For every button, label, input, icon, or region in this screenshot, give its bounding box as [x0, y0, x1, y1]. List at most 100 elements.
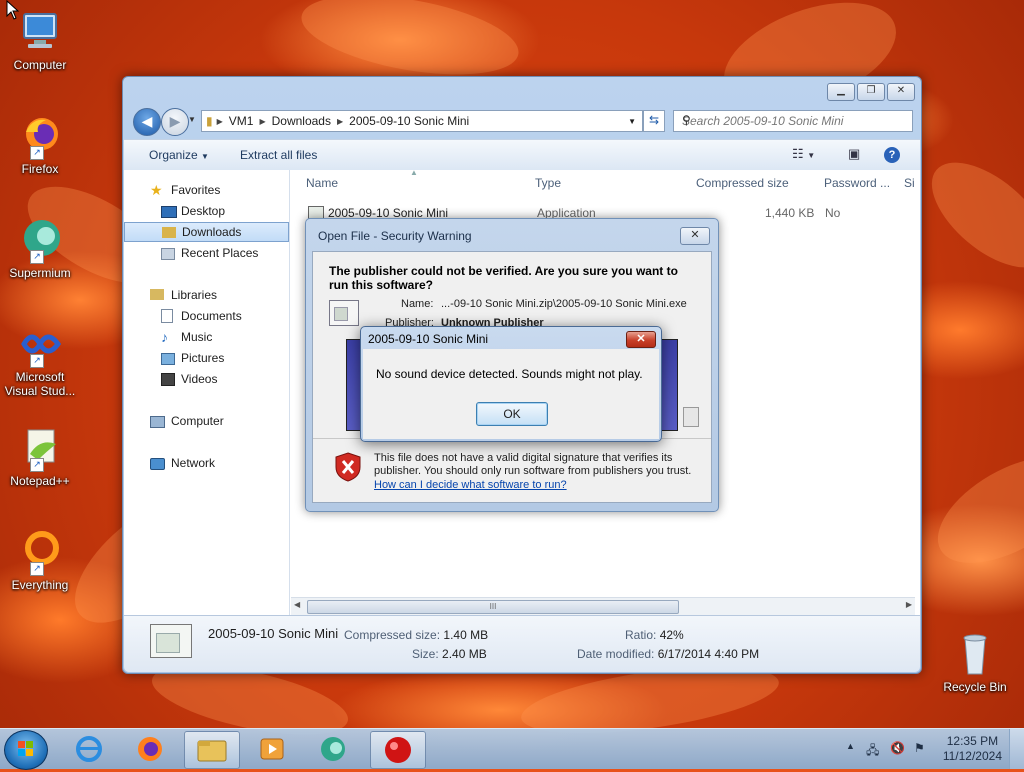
- libraries-icon: [150, 289, 164, 300]
- desktop-icon-label: Everything: [11, 578, 69, 592]
- column-type[interactable]: Type: [535, 170, 561, 196]
- taskbar-explorer[interactable]: [184, 731, 240, 769]
- breadcrumb-current[interactable]: 2005-09-10 Sonic Mini: [343, 114, 475, 128]
- preview-pane-icon[interactable]: ▣: [848, 146, 860, 162]
- nav-recent-places[interactable]: Recent Places: [124, 243, 289, 263]
- supermium-icon: ↗: [16, 216, 64, 264]
- everything-icon: ↗: [16, 528, 64, 576]
- taskbar-supermium[interactable]: [306, 731, 360, 767]
- row-password: No: [825, 206, 841, 220]
- recycle-bin-icon: [951, 630, 999, 678]
- desktop-icon-label: Supermium: [9, 266, 71, 280]
- scrollbar-thumb[interactable]: III: [307, 600, 679, 614]
- windows-logo-icon: [18, 741, 33, 756]
- scroll-left-icon[interactable]: ◀: [294, 600, 300, 609]
- back-button[interactable]: ◀: [133, 108, 161, 136]
- show-desktop-button[interactable]: [1009, 729, 1024, 769]
- network-icon[interactable]: 🖧: [866, 741, 879, 762]
- horizontal-scrollbar[interactable]: ◀ III ▶: [291, 597, 915, 615]
- desktop-icon: [161, 206, 177, 218]
- folder-icon: [197, 740, 227, 762]
- arrow-right-icon: ▶: [169, 113, 181, 129]
- minimize-button[interactable]: ▁: [827, 83, 855, 101]
- nav-pictures[interactable]: Pictures: [124, 348, 289, 368]
- pictures-icon: [161, 353, 175, 365]
- obscured-button[interactable]: [683, 407, 699, 427]
- scroll-right-icon[interactable]: ▶: [906, 600, 912, 609]
- sort-arrow-icon: ▲: [410, 168, 418, 177]
- taskbar-ie[interactable]: [62, 731, 116, 767]
- desktop-icon-label: Firefox: [21, 162, 59, 176]
- search-icon: ⚲: [682, 113, 691, 127]
- nav-libraries[interactable]: Libraries: [124, 285, 289, 305]
- view-options-icon[interactable]: ☷ ▼: [792, 146, 815, 162]
- name-value: ...-09-10 Sonic Mini.zip\2005-09-10 Soni…: [441, 298, 687, 310]
- column-name[interactable]: Name: [306, 170, 338, 196]
- desktop-icon-notepadpp[interactable]: ↗ Notepad++: [0, 424, 80, 488]
- nav-music[interactable]: ♪ Music: [124, 327, 289, 347]
- volume-muted-icon[interactable]: 🔇: [890, 741, 905, 755]
- close-button[interactable]: ✕: [626, 331, 656, 348]
- taskbar-media-player[interactable]: [245, 731, 299, 767]
- details-file-name: 2005-09-10 Sonic Mini: [208, 626, 339, 641]
- taskbar-sonic-mini[interactable]: [370, 731, 426, 769]
- column-password[interactable]: Password ...: [824, 170, 890, 196]
- nav-downloads[interactable]: Downloads: [124, 222, 289, 242]
- address-bar[interactable]: ▮ ▶ VM1 ▶ Downloads ▶ 2005-09-10 Sonic M…: [201, 110, 643, 132]
- desktop-icon-visual-studio[interactable]: ↗ Microsoft Visual Stud...: [0, 320, 80, 398]
- desktop-icon-firefox[interactable]: ↗ Firefox: [0, 112, 80, 176]
- chevron-down-icon[interactable]: ▼: [628, 117, 642, 126]
- row-compressed: 1,440 KB: [765, 206, 815, 220]
- supermium-icon: [321, 737, 345, 761]
- show-hidden-icons-button[interactable]: ▲: [846, 741, 855, 751]
- desktop-icon-recycle-bin[interactable]: Recycle Bin: [935, 630, 1015, 694]
- maximize-button[interactable]: ❐: [857, 83, 885, 101]
- close-button[interactable]: ✕: [887, 83, 915, 101]
- documents-icon: [161, 309, 173, 323]
- nav-videos[interactable]: Videos: [124, 369, 289, 389]
- message-text: No sound device detected. Sounds might n…: [376, 367, 643, 381]
- column-compressed-size[interactable]: Compressed size: [696, 170, 789, 196]
- downloads-folder-icon: [162, 227, 176, 238]
- details-size-key: Size:: [412, 647, 439, 661]
- taskbar: ▲ 🖧 🔇 ⚑ 12:35 PM 11/12/2024: [0, 728, 1024, 770]
- breadcrumb-vm1[interactable]: VM1: [223, 114, 260, 128]
- organize-button[interactable]: Organize ▼: [149, 148, 209, 162]
- refresh-button[interactable]: ⇆: [643, 110, 665, 132]
- start-button[interactable]: [4, 730, 48, 770]
- nav-network[interactable]: Network: [124, 453, 289, 473]
- action-center-flag-icon[interactable]: ⚑: [914, 741, 925, 755]
- forward-button[interactable]: ▶: [161, 108, 189, 136]
- close-button[interactable]: ✕: [680, 227, 710, 245]
- desktop-icon-supermium[interactable]: ↗ Supermium: [0, 216, 80, 280]
- desktop-icon-label: Notepad++: [10, 474, 70, 488]
- search-input[interactable]: Search 2005-09-10 Sonic Mini ⚲: [673, 110, 913, 132]
- help-link[interactable]: How can I decide what software to run?: [374, 479, 567, 491]
- media-player-icon: [260, 738, 284, 760]
- nav-favorites[interactable]: ★ Favorites: [124, 180, 289, 200]
- desktop-icon-everything[interactable]: ↗ Everything: [0, 528, 80, 592]
- extract-all-button[interactable]: Extract all files: [240, 148, 317, 162]
- recent-places-icon: [161, 248, 175, 260]
- star-icon: ★: [150, 182, 163, 198]
- desktop-icon-label: Computer: [13, 58, 67, 72]
- help-icon[interactable]: ?: [884, 147, 900, 163]
- firefox-icon: ↗: [16, 112, 64, 160]
- details-date-value: 6/17/2014 4:40 PM: [657, 647, 760, 661]
- recent-pages-dropdown[interactable]: ▼: [188, 115, 196, 124]
- visual-studio-icon: ↗: [16, 320, 64, 368]
- message-box-dialog: 2005-09-10 Sonic Mini ✕ No sound device …: [360, 326, 662, 442]
- navigation-pane: ★ Favorites Desktop Downloads Recent Pla…: [124, 170, 290, 615]
- taskbar-firefox[interactable]: [123, 731, 177, 767]
- nav-documents[interactable]: Documents: [124, 306, 289, 326]
- dialog-title: 2005-09-10 Sonic Mini: [368, 332, 489, 346]
- nav-computer[interactable]: Computer: [124, 411, 289, 431]
- clock[interactable]: 12:35 PM 11/12/2024: [943, 734, 1002, 764]
- ok-button[interactable]: OK: [476, 402, 548, 426]
- chevron-down-icon: ▼: [201, 152, 209, 161]
- file-thumbnail-icon: [150, 624, 192, 658]
- details-compressed-value: 1.40 MB: [443, 628, 489, 642]
- breadcrumb-downloads[interactable]: Downloads: [266, 114, 337, 128]
- column-size[interactable]: Si: [904, 170, 915, 196]
- nav-desktop[interactable]: Desktop: [124, 201, 289, 221]
